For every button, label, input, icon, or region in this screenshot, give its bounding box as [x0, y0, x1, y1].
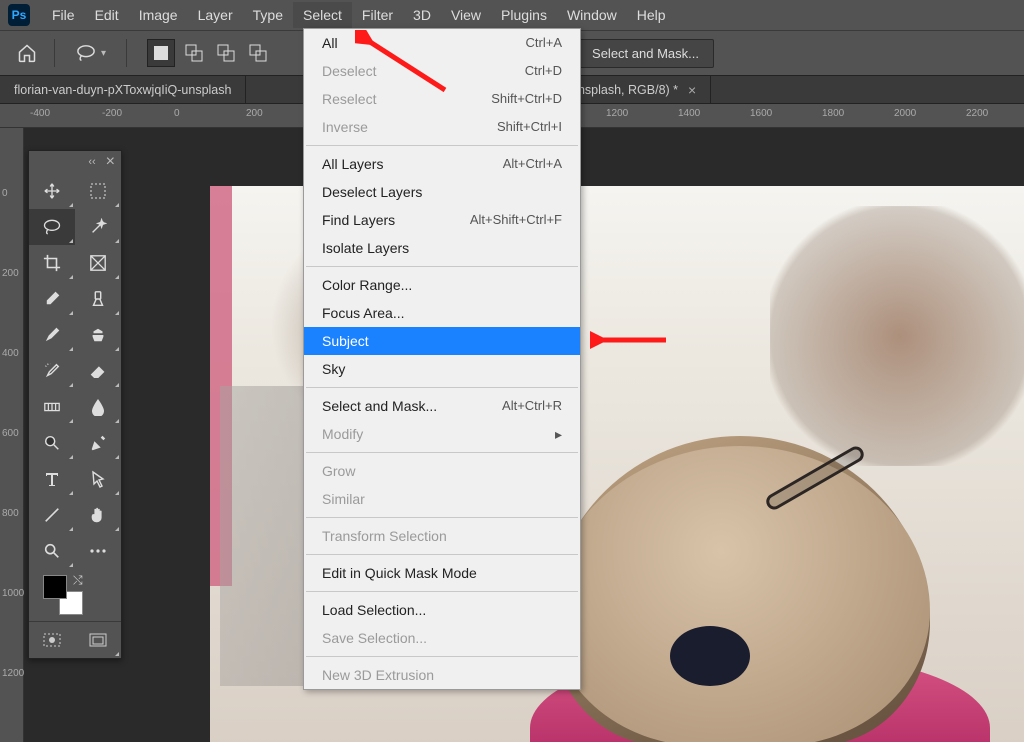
close-icon[interactable]: × — [106, 153, 115, 171]
blur-tool[interactable] — [75, 389, 121, 425]
history-brush-tool[interactable] — [29, 353, 75, 389]
menu-window[interactable]: Window — [557, 2, 627, 28]
menu-item-subject[interactable]: Subject — [304, 327, 580, 355]
selection-new-icon[interactable] — [147, 39, 175, 67]
dodge-tool[interactable] — [29, 425, 75, 461]
menu-file[interactable]: File — [42, 2, 85, 28]
menu-3d[interactable]: 3D — [403, 2, 441, 28]
lasso-tool[interactable] — [29, 209, 75, 245]
screen-mode-icon[interactable] — [75, 622, 121, 658]
ruler-vertical: 020040060080010001200 — [0, 128, 24, 742]
app-logo: Ps — [8, 4, 30, 26]
eraser-tool[interactable] — [75, 353, 121, 389]
quick-mask-icon[interactable] — [29, 622, 75, 658]
hand-tool[interactable] — [75, 497, 121, 533]
menu-item-focus-area[interactable]: Focus Area... — [304, 299, 580, 327]
collapse-icon[interactable]: ‹‹ — [88, 156, 95, 168]
selection-add-icon[interactable] — [181, 40, 207, 66]
menu-layer[interactable]: Layer — [188, 2, 243, 28]
menu-item-sky[interactable]: Sky — [304, 355, 580, 383]
menu-item-find-layers[interactable]: Find LayersAlt+Shift+Ctrl+F — [304, 206, 580, 234]
menu-item-reselect: ReselectShift+Ctrl+D — [304, 85, 580, 113]
clone-stamp-tool[interactable] — [75, 317, 121, 353]
magic-wand-tool[interactable] — [75, 209, 121, 245]
menu-edit[interactable]: Edit — [85, 2, 129, 28]
color-swatches[interactable]: ⤭ — [29, 569, 121, 621]
menu-item-isolate-layers[interactable]: Isolate Layers — [304, 234, 580, 262]
swap-colors-icon[interactable]: ⤭ — [73, 573, 83, 588]
menu-item-new-3d-extrusion: New 3D Extrusion — [304, 661, 580, 689]
menu-help[interactable]: Help — [627, 2, 676, 28]
menu-item-transform-selection: Transform Selection — [304, 522, 580, 550]
document-tab[interactable]: florian-van-duyn-pXToxwjqIiQ-unsplash — [0, 76, 246, 103]
spot-healing-brush-tool[interactable] — [75, 281, 121, 317]
menu-item-all[interactable]: AllCtrl+A — [304, 29, 580, 57]
menu-item-edit-in-quick-mask-mode[interactable]: Edit in Quick Mask Mode — [304, 559, 580, 587]
menu-select[interactable]: Select — [293, 2, 352, 28]
menu-filter[interactable]: Filter — [352, 2, 403, 28]
line-tool[interactable] — [29, 497, 75, 533]
menu-item-similar: Similar — [304, 485, 580, 513]
crop-tool[interactable] — [29, 245, 75, 281]
tools-panel: ‹‹ × ⤭ — [28, 150, 122, 659]
frame-tool[interactable] — [75, 245, 121, 281]
rectangular-marquee-tool[interactable] — [75, 173, 121, 209]
menu-item-deselect: DeselectCtrl+D — [304, 57, 580, 85]
menu-item-deselect-layers[interactable]: Deselect Layers — [304, 178, 580, 206]
eyedropper-tool[interactable] — [29, 281, 75, 317]
menu-item-load-selection[interactable]: Load Selection... — [304, 596, 580, 624]
foreground-color-swatch[interactable] — [43, 575, 67, 599]
close-icon[interactable]: × — [688, 82, 696, 98]
selection-intersect-icon[interactable] — [245, 40, 271, 66]
brush-tool[interactable] — [29, 317, 75, 353]
menu-item-select-and-mask[interactable]: Select and Mask...Alt+Ctrl+R — [304, 392, 580, 420]
edit-toolbar[interactable] — [75, 533, 121, 569]
home-icon[interactable] — [14, 40, 40, 66]
menu-item-inverse: InverseShift+Ctrl+I — [304, 113, 580, 141]
gradient-tool[interactable] — [29, 389, 75, 425]
menu-item-color-range[interactable]: Color Range... — [304, 271, 580, 299]
menubar: Ps FileEditImageLayerTypeSelectFilter3DV… — [0, 0, 1024, 30]
menu-plugins[interactable]: Plugins — [491, 2, 557, 28]
document-tab-label: florian-van-duyn-pXToxwjqIiQ-unsplash — [14, 83, 231, 97]
selection-subtract-icon[interactable] — [213, 40, 239, 66]
move-tool[interactable] — [29, 173, 75, 209]
select-menu-dropdown: AllCtrl+ADeselectCtrl+DReselectShift+Ctr… — [303, 28, 581, 690]
menu-view[interactable]: View — [441, 2, 491, 28]
menu-item-grow: Grow — [304, 457, 580, 485]
menu-item-all-layers[interactable]: All LayersAlt+Ctrl+A — [304, 150, 580, 178]
lasso-preset-icon[interactable]: ▾ — [69, 42, 112, 64]
menu-item-modify: Modify▸ — [304, 420, 580, 448]
menu-image[interactable]: Image — [129, 2, 188, 28]
type-tool[interactable] — [29, 461, 75, 497]
menu-type[interactable]: Type — [243, 2, 293, 28]
menu-item-save-selection: Save Selection... — [304, 624, 580, 652]
pen-tool[interactable] — [75, 425, 121, 461]
zoom-tool[interactable] — [29, 533, 75, 569]
select-and-mask-button[interactable]: Select and Mask... — [577, 39, 714, 68]
path-selection-tool[interactable] — [75, 461, 121, 497]
